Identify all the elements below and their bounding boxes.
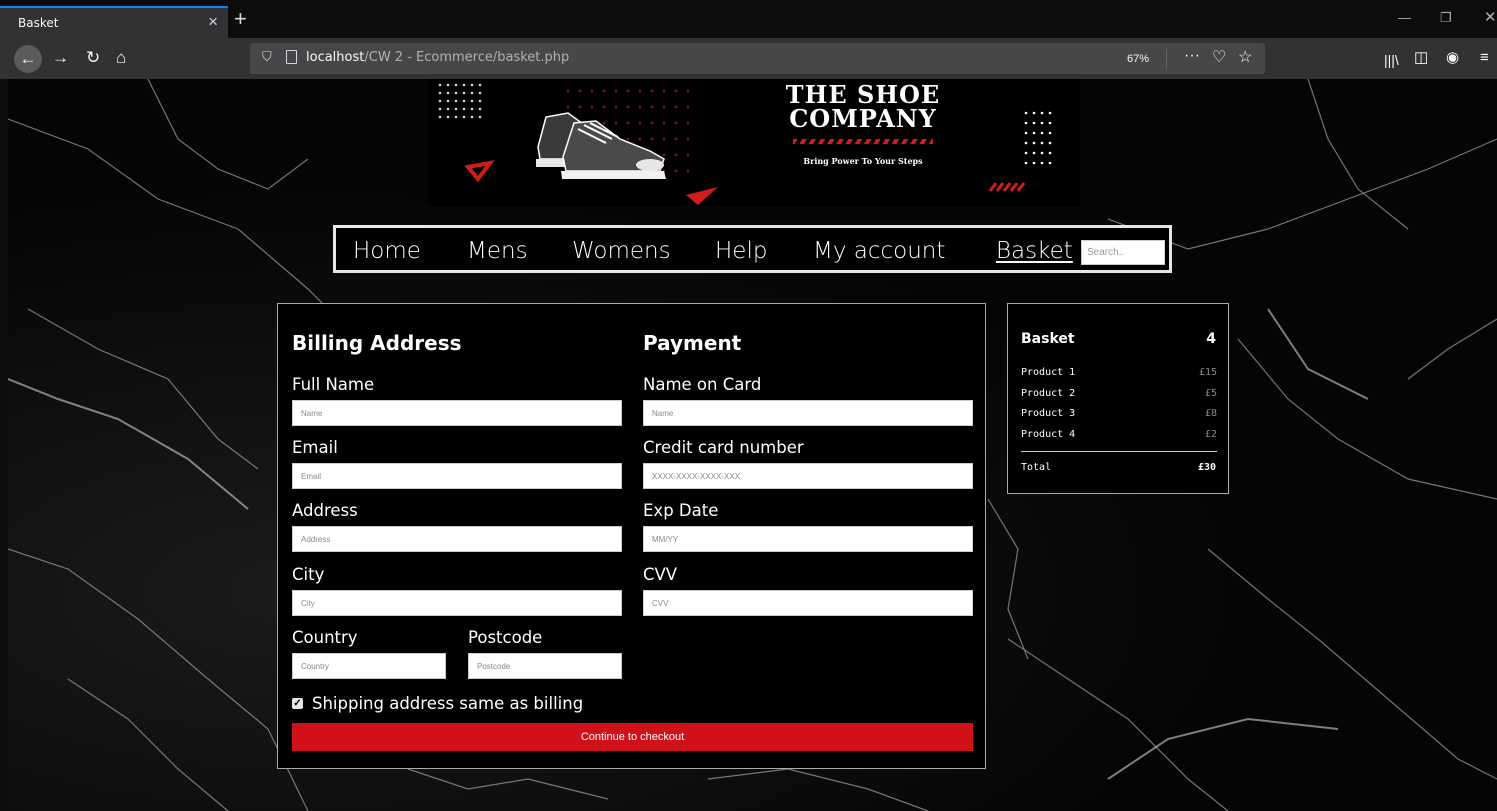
exp-date-field[interactable] xyxy=(643,526,973,552)
back-icon[interactable]: ← xyxy=(14,45,42,73)
shipping-same-label: Shipping address same as billing xyxy=(312,693,584,713)
menu-icon[interactable]: ≡ xyxy=(1480,48,1489,68)
basket-count-badge: 4 xyxy=(1206,331,1216,347)
pocket-icon[interactable]: ♡ xyxy=(1212,47,1226,67)
basket-item-name[interactable]: Product 2 xyxy=(1021,388,1075,399)
zoom-level[interactable]: 67% xyxy=(1120,49,1156,69)
basket-item-name[interactable]: Product 4 xyxy=(1021,429,1075,440)
basket-item-price: £5 xyxy=(1204,388,1217,399)
page-icon xyxy=(286,50,297,64)
account-icon[interactable]: ◉ xyxy=(1446,48,1459,68)
nav-home[interactable]: Home xyxy=(353,238,421,264)
url-path: /CW 2 - Ecommerce/basket.php xyxy=(364,50,570,65)
basket-item-price: £15 xyxy=(1198,367,1217,378)
tab-basket[interactable]: Basket × xyxy=(0,6,228,38)
postcode-field[interactable] xyxy=(468,653,622,679)
email-field[interactable] xyxy=(292,463,622,489)
city-field[interactable] xyxy=(292,590,622,616)
basket-summary: Basket 4 Product 1 £15 Product 2 £5 Prod… xyxy=(1007,303,1229,494)
cvv-field[interactable] xyxy=(643,590,973,616)
basket-item-price: £8 xyxy=(1204,408,1217,419)
page-actions-icon[interactable]: ··· xyxy=(1184,47,1200,65)
basket-total-value: £30 xyxy=(1197,462,1216,473)
sidebar-icon[interactable]: ◫ xyxy=(1414,48,1428,68)
site-banner: THE SHOE COMPANY Bring Power To Your Ste… xyxy=(428,79,1080,206)
close-window-icon[interactable]: ✕ xyxy=(1484,8,1497,26)
basket-total-label: Total xyxy=(1021,462,1052,473)
basket-item: Product 4 £2 xyxy=(1021,429,1217,443)
basket-title: Basket xyxy=(1021,331,1075,347)
basket-divider xyxy=(1021,451,1217,452)
browser-toolbar: ← → ↻ ⌂ ⛉ localhost/CW 2 - Ecommerce/bas… xyxy=(0,38,1497,79)
name-on-card-field[interactable] xyxy=(643,400,973,426)
address-label: Address xyxy=(292,501,358,520)
dot-grid-decoration xyxy=(988,111,1052,192)
restore-icon[interactable]: ❐ xyxy=(1440,10,1452,26)
url-host: localhost xyxy=(306,50,365,65)
forward-icon[interactable]: → xyxy=(52,48,69,68)
brand-title-line-2: COMPANY xyxy=(789,104,937,133)
nav-mens[interactable]: Mens xyxy=(467,238,528,264)
new-tab-icon[interactable]: + xyxy=(234,6,247,32)
billing-heading: Billing Address xyxy=(292,331,462,355)
brand-title: THE SHOE COMPANY xyxy=(758,83,968,131)
full-name-label: Full Name xyxy=(292,375,375,394)
basket-item-name[interactable]: Product 3 xyxy=(1021,408,1075,419)
checkout-form: Billing Address Payment Full Name Email … xyxy=(277,303,986,769)
shipping-same-row[interactable]: ✓ Shipping address same as billing xyxy=(292,692,583,714)
star-icon[interactable]: ☆ xyxy=(1238,47,1252,67)
close-tab-icon[interactable]: × xyxy=(208,12,218,32)
basket-item-price: £2 xyxy=(1204,429,1217,440)
shipping-same-checkbox[interactable]: ✓ xyxy=(292,697,303,709)
payment-heading: Payment xyxy=(643,331,742,355)
basket-item: Product 1 £15 xyxy=(1021,367,1217,381)
city-label: City xyxy=(292,565,325,584)
basket-item-name[interactable]: Product 1 xyxy=(1021,367,1075,378)
nav-basket[interactable]: Basket xyxy=(996,238,1073,264)
card-number-field[interactable] xyxy=(643,463,973,489)
brand-stripe xyxy=(793,139,933,144)
email-label: Email xyxy=(292,438,338,457)
basket-item: Product 3 £8 xyxy=(1021,408,1217,422)
exp-date-label: Exp Date xyxy=(643,501,719,520)
tab-title: Basket xyxy=(18,16,59,30)
basket-item: Product 2 £5 xyxy=(1021,388,1217,402)
sneakers-illustration xyxy=(438,83,718,205)
tab-strip: Basket × + — ❐ ✕ xyxy=(0,0,1497,38)
country-label: Country xyxy=(292,628,358,647)
url-separator xyxy=(1166,49,1167,69)
cvv-label: CVV xyxy=(643,565,678,584)
brand-tagline: Bring Power To Your Steps xyxy=(803,156,923,166)
nav-my-account[interactable]: My account xyxy=(813,238,945,264)
nav-help[interactable]: Help xyxy=(715,238,767,264)
minimize-icon[interactable]: — xyxy=(1398,10,1411,25)
postcode-label: Postcode xyxy=(468,628,543,647)
home-icon[interactable]: ⌂ xyxy=(116,48,126,68)
continue-to-checkout-button[interactable]: Continue to checkout xyxy=(292,723,973,751)
search-input[interactable] xyxy=(1081,240,1165,265)
library-icon[interactable]: |||\ xyxy=(1384,50,1399,70)
url-text[interactable]: localhost/CW 2 - Ecommerce/basket.php xyxy=(306,50,569,65)
site-navigation: Home Mens Womens Help My account Basket xyxy=(333,225,1172,273)
name-on-card-label: Name on Card xyxy=(643,375,762,394)
address-field[interactable] xyxy=(292,526,622,552)
reload-icon[interactable]: ↻ xyxy=(86,48,100,68)
full-name-field[interactable] xyxy=(292,400,622,426)
url-bar[interactable]: ⛉ localhost/CW 2 - Ecommerce/basket.php … xyxy=(250,43,1265,74)
card-number-label: Credit card number xyxy=(643,438,804,457)
country-field[interactable] xyxy=(292,653,446,679)
nav-womens[interactable]: Womens xyxy=(572,238,671,264)
page-body: THE SHOE COMPANY Bring Power To Your Ste… xyxy=(8,79,1497,811)
shield-icon[interactable]: ⛉ xyxy=(262,49,272,65)
